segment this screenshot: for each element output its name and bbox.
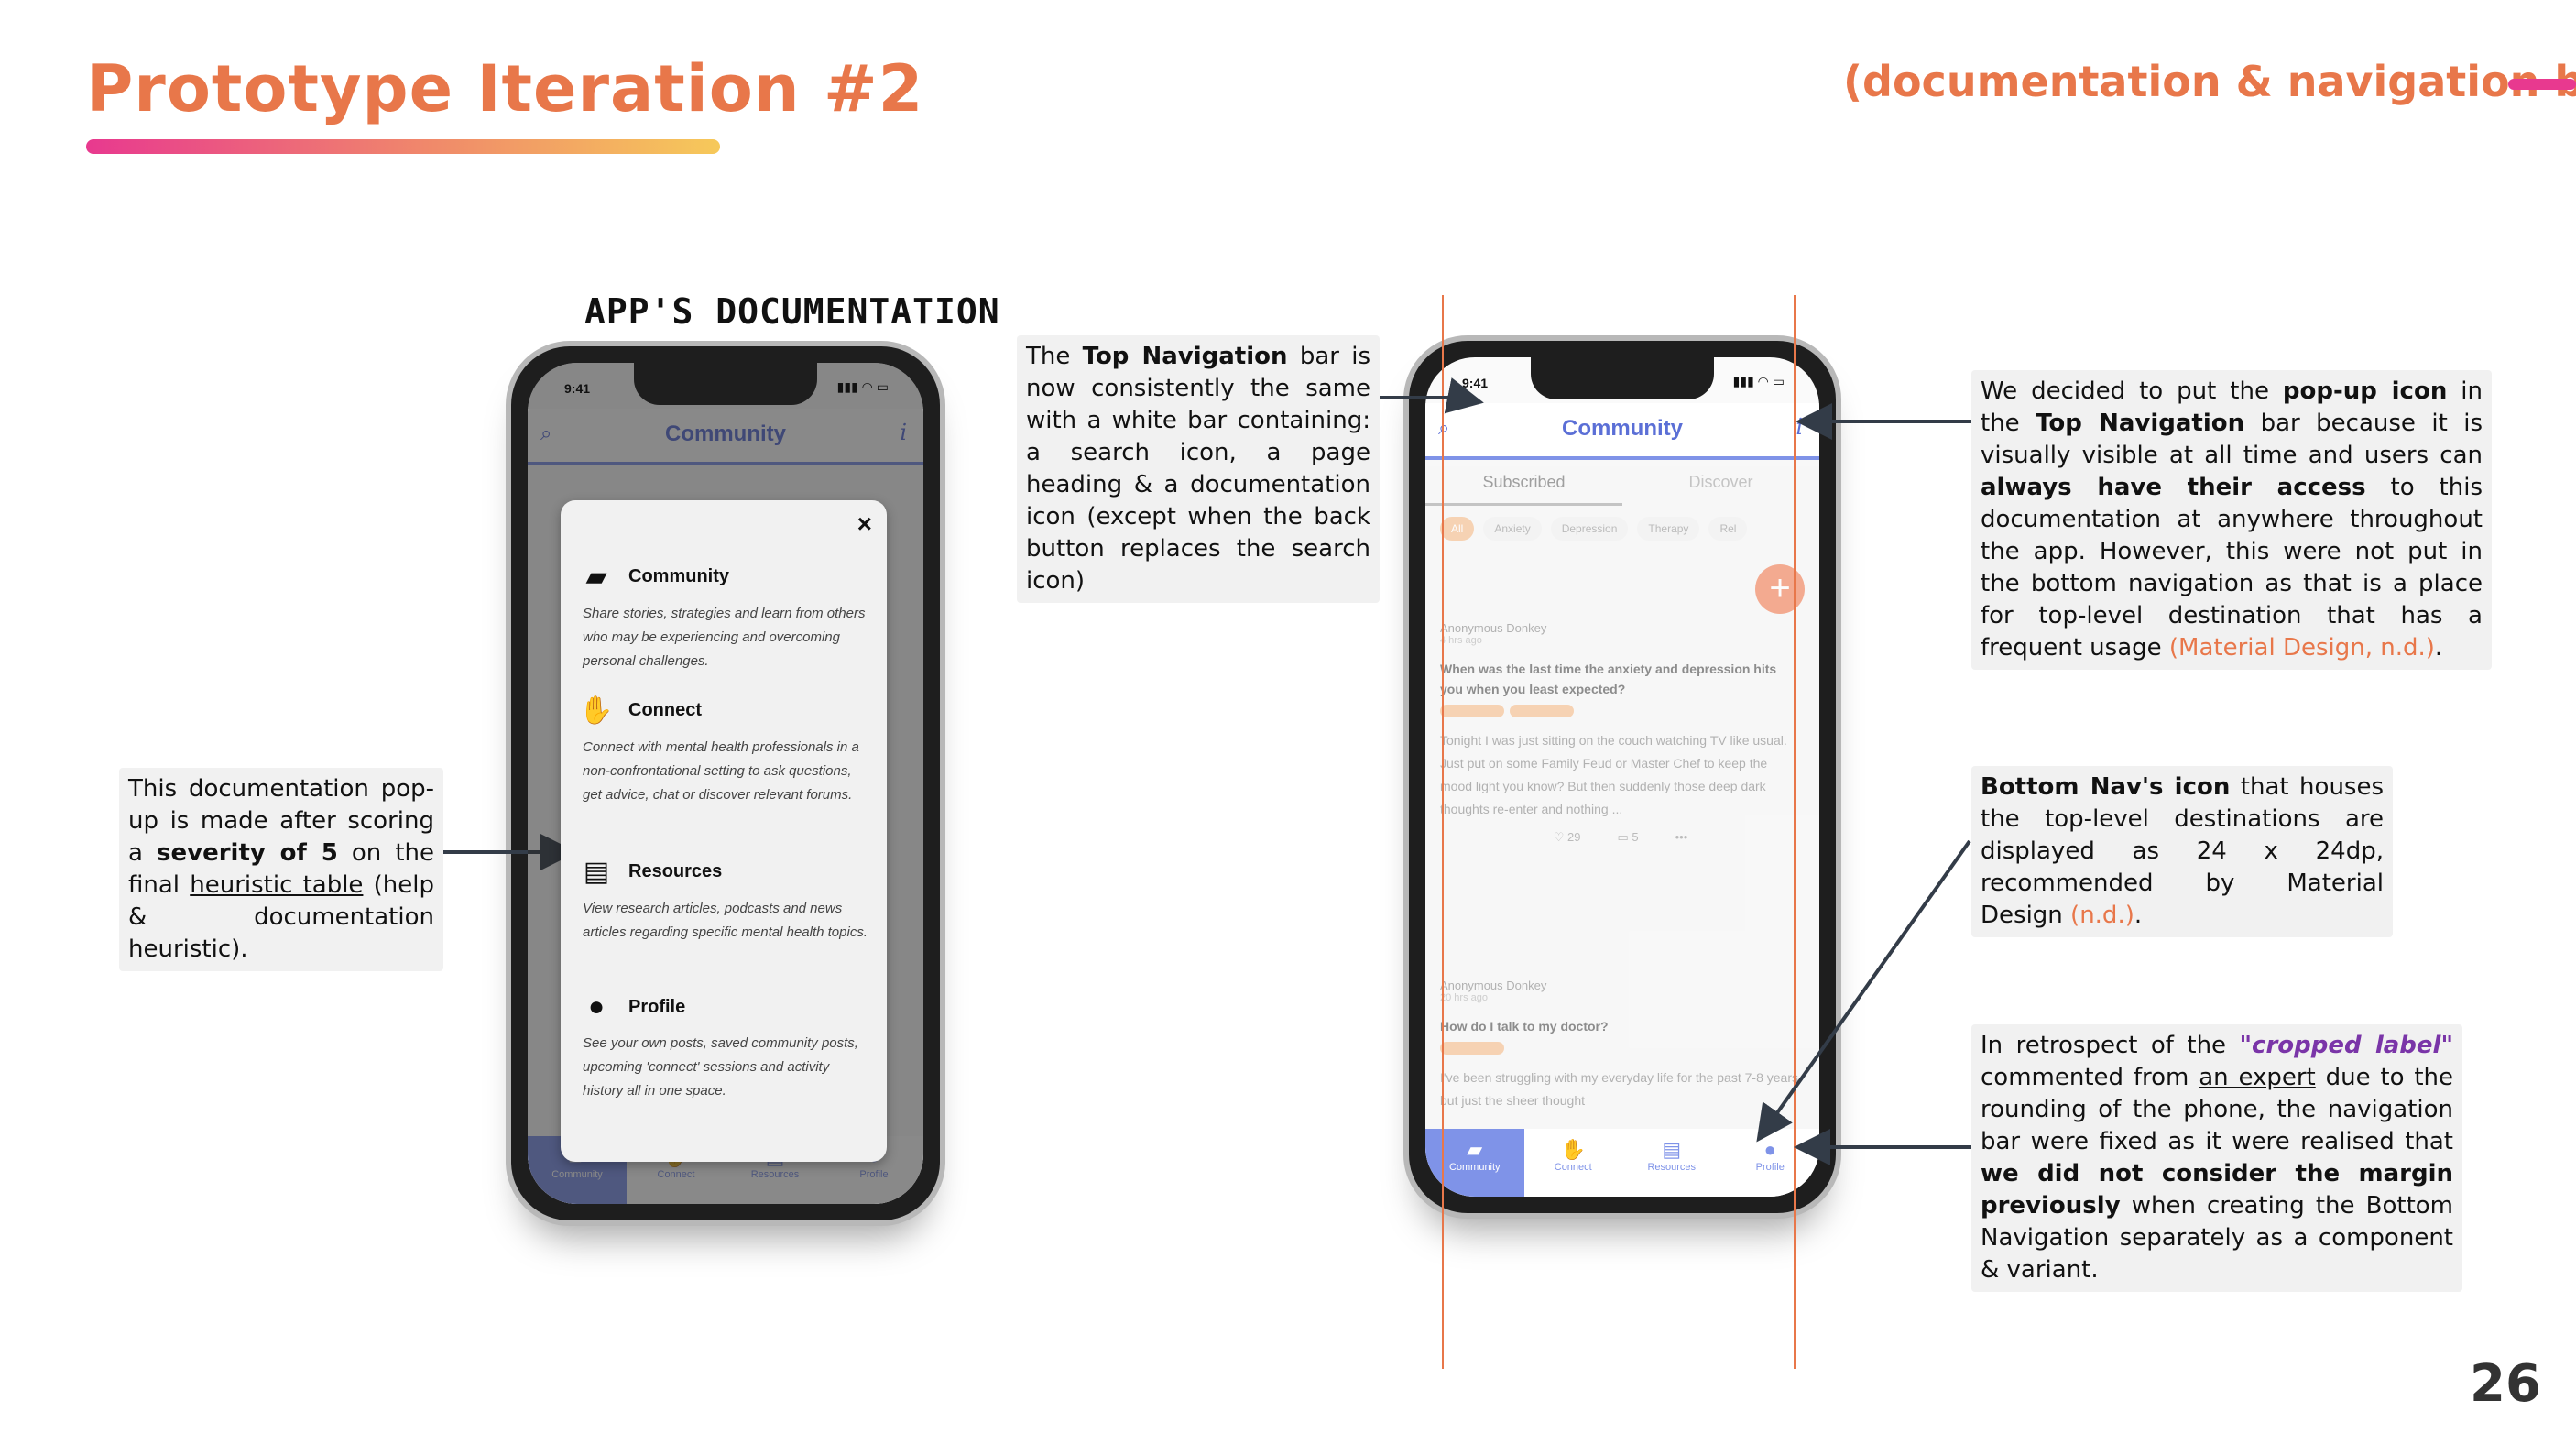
note-underline: an expert: [2199, 1064, 2316, 1091]
person-icon: ●: [587, 991, 606, 1022]
note-emphasis: "cropped label": [2239, 1032, 2454, 1059]
status-time: 9:41: [1462, 376, 1489, 390]
doc-section-profile: ● Profile See your own posts, saved comm…: [579, 991, 868, 1103]
documentation-popup: × ▰ Community Share stories, strategies …: [561, 500, 887, 1162]
handshake-icon: ✋: [579, 695, 614, 726]
doc-section-title: Resources: [628, 861, 723, 881]
note-text: The: [1026, 343, 1083, 370]
status-icons: ▮▮▮ ◠ ▭: [1732, 374, 1785, 388]
note-popup-icon: We decided to put the pop-up icon in the…: [1971, 370, 2492, 670]
doc-section-desc: See your own posts, saved community post…: [583, 1035, 858, 1099]
note-reference: (n.d.): [2070, 902, 2134, 929]
left-phone-mockup: 9:41 ▮▮▮ ◠ ▭ ⌕ Community i ▰ Community ✋…: [506, 341, 945, 1226]
doc-section-connect: ✋ Connect Connect with mental health pro…: [579, 695, 868, 807]
note-text: .: [2434, 634, 2443, 662]
status-icons: ▮▮▮ ◠ ▭: [836, 379, 889, 394]
note-bold: Top Navigation: [2036, 410, 2245, 437]
note-text: .: [2134, 902, 2143, 929]
phone-notch: [1531, 357, 1714, 399]
chat-icon: ▰: [585, 562, 607, 592]
arrow-top-nav-note: [1370, 377, 1484, 414]
note-text: bar is now consistently the same with a …: [1026, 343, 1371, 595]
note-text: In retrospect of the: [1981, 1032, 2240, 1059]
doc-section-desc: View research articles, podcasts and new…: [583, 901, 868, 940]
note-bold: severity of 5: [157, 839, 338, 867]
note-reference: (Material Design, n.d.): [2168, 634, 2435, 662]
doc-section-resources: ▤ Resources View research articles, podc…: [579, 856, 868, 945]
note-text: We decided to put the: [1981, 377, 2283, 405]
doc-section-desc: Share stories, strategies and learn from…: [583, 606, 866, 669]
note-bold: pop-up icon: [2282, 377, 2448, 405]
phone-screen: 9:41 ▮▮▮ ◠ ▭ ⌕ Community i ▰ Community ✋…: [528, 363, 923, 1204]
note-underline: heuristic table: [190, 871, 364, 899]
status-time: 9:41: [564, 381, 591, 396]
note-bold: Bottom Nav's icon: [1981, 773, 2231, 801]
arrow-bottom-icon-note: [1756, 839, 1971, 1143]
doc-section-community: ▰ Community Share stories, strategies an…: [579, 561, 868, 673]
phone-notch: [634, 363, 817, 405]
note-top-navigation: The Top Navigation bar is now consistent…: [1017, 335, 1380, 603]
note-text: commented from: [1981, 1064, 2199, 1091]
doc-section-desc: Connect with mental health professionals…: [583, 739, 859, 803]
note-retrospect: In retrospect of the "cropped label" com…: [1971, 1024, 2462, 1292]
note-documentation-popup: This documentation pop-up is made after …: [119, 768, 443, 971]
document-icon: ▤: [583, 857, 610, 887]
note-bold: Top Navigation: [1082, 343, 1288, 370]
note-bottom-nav-icon: Bottom Nav's icon that houses the top-le…: [1971, 766, 2393, 937]
doc-section-title: Profile: [628, 996, 686, 1017]
close-icon[interactable]: ×: [857, 509, 872, 539]
note-bold: always have their access: [1981, 474, 2366, 501]
doc-section-title: Community: [628, 566, 729, 586]
doc-section-title: Connect: [628, 700, 702, 720]
